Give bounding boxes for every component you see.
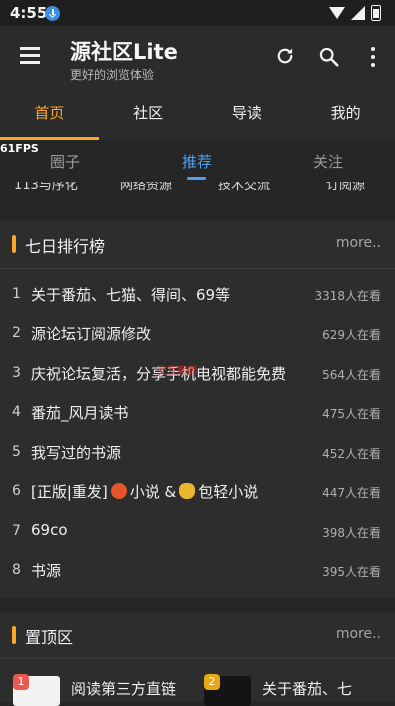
subtab-following[interactable]: 关注 xyxy=(313,151,343,172)
search-icon[interactable] xyxy=(318,46,340,68)
rank-number: 4 xyxy=(12,404,21,420)
sub-tabs: 61FPS 圈子 推荐 关注 xyxy=(0,140,395,182)
rank-viewers: 452人在看 xyxy=(322,447,381,461)
pinned-item-title: 阅读第三方直链 xyxy=(71,680,177,698)
more-options-icon[interactable] xyxy=(370,47,376,67)
ranking-title: 七日排行榜 xyxy=(25,237,106,256)
app-title: 源社区Lite xyxy=(70,40,178,64)
rank-viewers: 629人在看 xyxy=(322,328,381,342)
rank-title: 我写过的书源 xyxy=(31,444,122,462)
pinned-item-title: 关于番茄、七 xyxy=(262,680,353,698)
ranking-row[interactable]: 3 庆祝论坛复活，分享手机电视都能免费 564人在看 xyxy=(0,359,395,389)
rank-title: 关于番茄、七猫、得间、69等 xyxy=(31,286,231,304)
app-subtitle: 更好的浏览体验 xyxy=(70,68,155,82)
battery-icon xyxy=(371,5,381,21)
rank-title: 番茄_风月读书 xyxy=(31,404,129,422)
rank-viewers: 398人在看 xyxy=(322,526,381,540)
subtab-circles[interactable]: 圈子 xyxy=(50,151,80,172)
pinned-badge: 1 xyxy=(13,674,29,690)
rank-title-suffix: 包轻小说 xyxy=(198,483,259,501)
watermark-text: 交互案例 xyxy=(157,366,197,377)
ranking-row[interactable]: 4 番茄_风月读书 475人在看 xyxy=(0,398,395,428)
divider xyxy=(0,658,395,659)
wifi-icon xyxy=(329,7,345,19)
category-item[interactable]: 技术交流 xyxy=(218,182,270,193)
fps-counter: 61FPS xyxy=(0,142,39,155)
rank-viewers: 3318人在看 xyxy=(314,289,381,303)
main-tabs: 首页 社区 导读 我的 xyxy=(0,90,395,140)
pinned-item[interactable]: 2 关于番茄、七 xyxy=(204,670,395,706)
rank-number: 2 xyxy=(12,325,21,341)
pinned-title: 置顶区 xyxy=(25,628,74,647)
rank-number: 7 xyxy=(12,523,21,539)
rank-number: 6 xyxy=(12,483,21,499)
tab-mine[interactable]: 我的 xyxy=(296,90,395,140)
tab-community[interactable]: 社区 xyxy=(99,90,198,140)
rank-title: 源论坛订阅源修改 xyxy=(31,325,152,343)
ranking-row[interactable]: 6 [正版|重发] 小说 & 包轻小说 447人在看 xyxy=(0,477,395,507)
rank-title: 69co xyxy=(31,521,68,539)
category-item[interactable]: 113与序化 xyxy=(14,182,78,193)
rank-number: 1 xyxy=(12,286,21,302)
status-bar: 4:55 xyxy=(0,0,395,26)
rank-viewers: 475人在看 xyxy=(322,407,381,421)
rank-number: 3 xyxy=(12,365,21,381)
tomato-icon xyxy=(110,483,127,499)
signal-icon xyxy=(351,6,365,20)
app-bar: 源社区Lite 更好的浏览体验 xyxy=(0,26,395,90)
category-item[interactable]: 订阅源 xyxy=(326,182,365,193)
ranking-row[interactable]: 1 关于番茄、七猫、得间、69等 3318人在看 xyxy=(0,280,395,310)
subtab-recommended[interactable]: 推荐 xyxy=(182,151,212,172)
refresh-icon[interactable] xyxy=(275,46,295,66)
ranking-row[interactable]: 7 69co 398人在看 xyxy=(0,517,395,547)
rank-number: 8 xyxy=(12,562,21,578)
rank-number: 5 xyxy=(12,444,21,460)
ranking-more-link[interactable]: more.. xyxy=(336,235,381,251)
category-item[interactable]: 网络资源 xyxy=(120,182,172,193)
tab-home[interactable]: 首页 xyxy=(0,90,99,140)
rank-title-prefix: [正版|重发] xyxy=(31,483,108,501)
ranking-row[interactable]: 8 书源 395人在看 xyxy=(0,556,395,586)
category-strip: 113与序化 网络资源 技术交流 订阅源 xyxy=(0,182,395,194)
subtab-indicator xyxy=(187,177,206,180)
pinned-accent-bar xyxy=(12,626,16,644)
status-time: 4:55 xyxy=(10,4,48,22)
rank-viewers: 564人在看 xyxy=(322,368,381,382)
rank-title: 书源 xyxy=(31,562,62,580)
pinned-item[interactable]: 1 阅读第三方直链 xyxy=(13,670,193,706)
system-icons xyxy=(329,5,381,21)
rank-title-mid: 小说 & xyxy=(129,483,177,501)
download-icon xyxy=(45,6,60,21)
rank-viewers: 447人在看 xyxy=(322,486,381,500)
pinned-more-link[interactable]: more.. xyxy=(336,626,381,642)
rank-title: [正版|重发] 小说 & 包轻小说 xyxy=(31,481,258,502)
ranking-row[interactable]: 2 源论坛订阅源修改 629人在看 xyxy=(0,319,395,349)
pineapple-icon xyxy=(179,483,196,499)
tab-guide[interactable]: 导读 xyxy=(198,90,297,140)
divider xyxy=(0,268,395,269)
ranking-card: 七日排行榜 more.. 1 关于番茄、七猫、得间、69等 3318人在看 2 … xyxy=(0,220,395,598)
pinned-badge: 2 xyxy=(204,674,220,690)
rank-viewers: 395人在看 xyxy=(322,565,381,579)
ranking-accent-bar xyxy=(12,235,16,253)
ranking-row[interactable]: 5 我写过的书源 452人在看 xyxy=(0,438,395,468)
menu-icon[interactable] xyxy=(20,47,42,65)
